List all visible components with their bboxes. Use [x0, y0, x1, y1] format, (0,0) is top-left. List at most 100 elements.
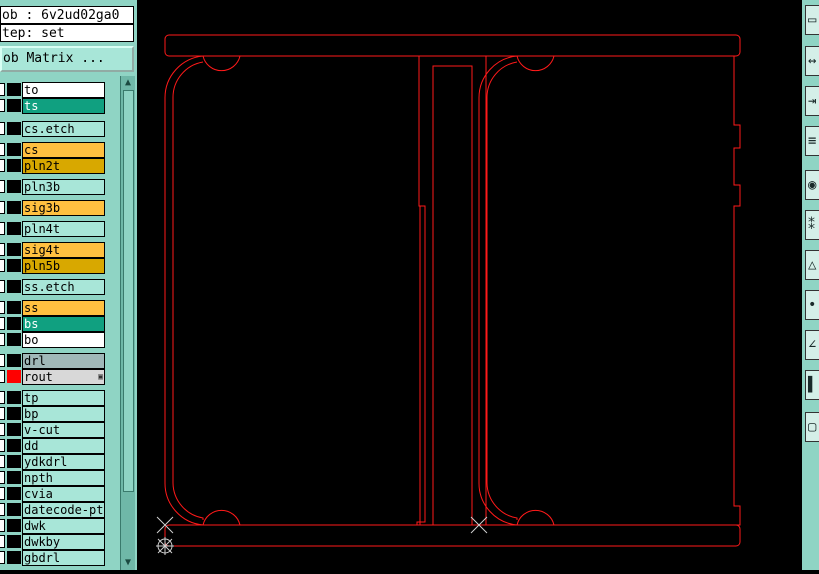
- layer-row-gbdrl[interactable]: gbdrl: [0, 550, 108, 566]
- layer-color-swatch[interactable]: [7, 222, 21, 235]
- layer-name-label[interactable]: drl: [22, 353, 105, 369]
- tool-triangle-button[interactable]: △: [805, 250, 819, 280]
- layer-color-swatch[interactable]: [7, 201, 21, 214]
- layer-name-label[interactable]: rout ▣: [22, 369, 105, 385]
- layer-row-to[interactable]: to: [0, 82, 108, 98]
- layer-row-dwkby[interactable]: dwkby: [0, 534, 108, 550]
- layer-row-cvia[interactable]: cvia: [0, 486, 108, 502]
- layer-row-tp[interactable]: tp: [0, 390, 108, 406]
- layer-color-swatch[interactable]: [7, 407, 21, 420]
- layer-checkbox[interactable]: [0, 391, 5, 404]
- layer-row-ts[interactable]: ts: [0, 98, 108, 114]
- layer-name-label[interactable]: bo: [22, 332, 105, 348]
- layer-name-label[interactable]: pln4t: [22, 221, 105, 237]
- layer-name-label[interactable]: ydkdrl: [22, 454, 105, 470]
- job-matrix-button[interactable]: ob Matrix ...: [0, 46, 134, 72]
- layer-checkbox[interactable]: [0, 487, 5, 500]
- layer-checkbox[interactable]: [0, 122, 5, 135]
- layer-checkbox[interactable]: [0, 439, 5, 452]
- layer-checkbox[interactable]: [0, 222, 5, 235]
- layer-color-swatch[interactable]: [7, 519, 21, 532]
- layer-color-swatch[interactable]: [7, 180, 21, 193]
- layer-name-label[interactable]: datecode-pto: [22, 502, 105, 518]
- tool-angle-button[interactable]: ∠: [805, 330, 819, 360]
- layer-row-pln4t[interactable]: pln4t: [0, 221, 108, 237]
- layer-checkbox[interactable]: [0, 83, 5, 96]
- layer-checkbox[interactable]: [0, 354, 5, 367]
- layer-row-npth[interactable]: npth: [0, 470, 108, 486]
- layer-color-swatch[interactable]: [7, 370, 21, 383]
- layer-checkbox[interactable]: [0, 455, 5, 468]
- layer-color-swatch[interactable]: [7, 455, 21, 468]
- layer-name-label[interactable]: gbdrl: [22, 550, 105, 566]
- layer-name-label[interactable]: dd: [22, 438, 105, 454]
- layer-checkbox[interactable]: [0, 159, 5, 172]
- layer-row-bs[interactable]: bs: [0, 316, 108, 332]
- layer-checkbox[interactable]: [0, 99, 5, 112]
- layer-checkbox[interactable]: [0, 423, 5, 436]
- layer-checkbox[interactable]: [0, 407, 5, 420]
- layer-color-swatch[interactable]: [7, 83, 21, 96]
- layer-name-label[interactable]: pln5b: [22, 258, 105, 274]
- layer-color-swatch[interactable]: [7, 551, 21, 564]
- layer-color-swatch[interactable]: [7, 354, 21, 367]
- scroll-up-icon[interactable]: ▲: [122, 77, 134, 89]
- layer-row-bo[interactable]: bo: [0, 332, 108, 348]
- layer-name-label[interactable]: bs: [22, 316, 105, 332]
- layer-checkbox[interactable]: [0, 551, 5, 564]
- layer-checkbox[interactable]: [0, 317, 5, 330]
- tool-preview-button[interactable]: ▢: [805, 412, 819, 442]
- layer-row-ss[interactable]: ss: [0, 300, 108, 316]
- layer-name-label[interactable]: dwk: [22, 518, 105, 534]
- tool-point-button[interactable]: •: [805, 290, 819, 320]
- scroll-thumb[interactable]: [123, 90, 134, 492]
- graphics-canvas[interactable]: [137, 0, 802, 570]
- tool-select-button[interactable]: ◉: [805, 170, 819, 200]
- layer-checkbox[interactable]: [0, 259, 5, 272]
- layer-checkbox[interactable]: [0, 180, 5, 193]
- layer-color-swatch[interactable]: [7, 301, 21, 314]
- layer-color-swatch[interactable]: [7, 280, 21, 293]
- tool-resize-button[interactable]: ⇥: [805, 86, 819, 116]
- tool-move-button[interactable]: ↔: [805, 46, 819, 76]
- layer-row-dwk[interactable]: dwk: [0, 518, 108, 534]
- layer-checkbox[interactable]: [0, 301, 5, 314]
- layer-name-label[interactable]: pln2t: [22, 158, 105, 174]
- layer-color-swatch[interactable]: [7, 503, 21, 516]
- layer-name-label[interactable]: bp: [22, 406, 105, 422]
- layer-row-rout[interactable]: rout ▣: [0, 369, 108, 385]
- layer-row-pln2t[interactable]: pln2t: [0, 158, 108, 174]
- layer-name-label[interactable]: cs: [22, 142, 105, 158]
- layer-name-label[interactable]: to: [22, 82, 105, 98]
- layer-checkbox[interactable]: [0, 503, 5, 516]
- layer-name-label[interactable]: ss: [22, 300, 105, 316]
- layer-name-label[interactable]: ss.etch: [22, 279, 105, 295]
- layer-row-datecode-pto[interactable]: datecode-pto: [0, 502, 108, 518]
- layer-name-label[interactable]: npth: [22, 470, 105, 486]
- layer-row-cs[interactable]: cs: [0, 142, 108, 158]
- layer-row-v-cut[interactable]: v-cut: [0, 422, 108, 438]
- layer-checkbox[interactable]: [0, 243, 5, 256]
- layer-color-swatch[interactable]: [7, 317, 21, 330]
- layer-row-sig3b[interactable]: sig3b: [0, 200, 108, 216]
- layer-checkbox[interactable]: [0, 201, 5, 214]
- layer-scrollbar[interactable]: ▲ ▼: [120, 76, 135, 570]
- layer-color-swatch[interactable]: [7, 535, 21, 548]
- layer-color-swatch[interactable]: [7, 487, 21, 500]
- layer-color-swatch[interactable]: [7, 471, 21, 484]
- layer-name-label[interactable]: sig4t: [22, 242, 105, 258]
- layer-color-swatch[interactable]: [7, 243, 21, 256]
- layer-checkbox[interactable]: [0, 143, 5, 156]
- layer-row-ss.etch[interactable]: ss.etch: [0, 279, 108, 295]
- layer-name-label[interactable]: ts: [22, 98, 105, 114]
- layer-name-label[interactable]: v-cut: [22, 422, 105, 438]
- layer-checkbox[interactable]: [0, 535, 5, 548]
- layer-name-label[interactable]: cvia: [22, 486, 105, 502]
- layer-row-pln5b[interactable]: pln5b: [0, 258, 108, 274]
- tool-connect-button[interactable]: ⁑: [805, 210, 819, 240]
- layer-row-pln3b[interactable]: pln3b: [0, 179, 108, 195]
- layer-color-swatch[interactable]: [7, 259, 21, 272]
- layer-row-sig4t[interactable]: sig4t: [0, 242, 108, 258]
- layer-color-swatch[interactable]: [7, 439, 21, 452]
- scroll-down-icon[interactable]: ▼: [122, 557, 134, 569]
